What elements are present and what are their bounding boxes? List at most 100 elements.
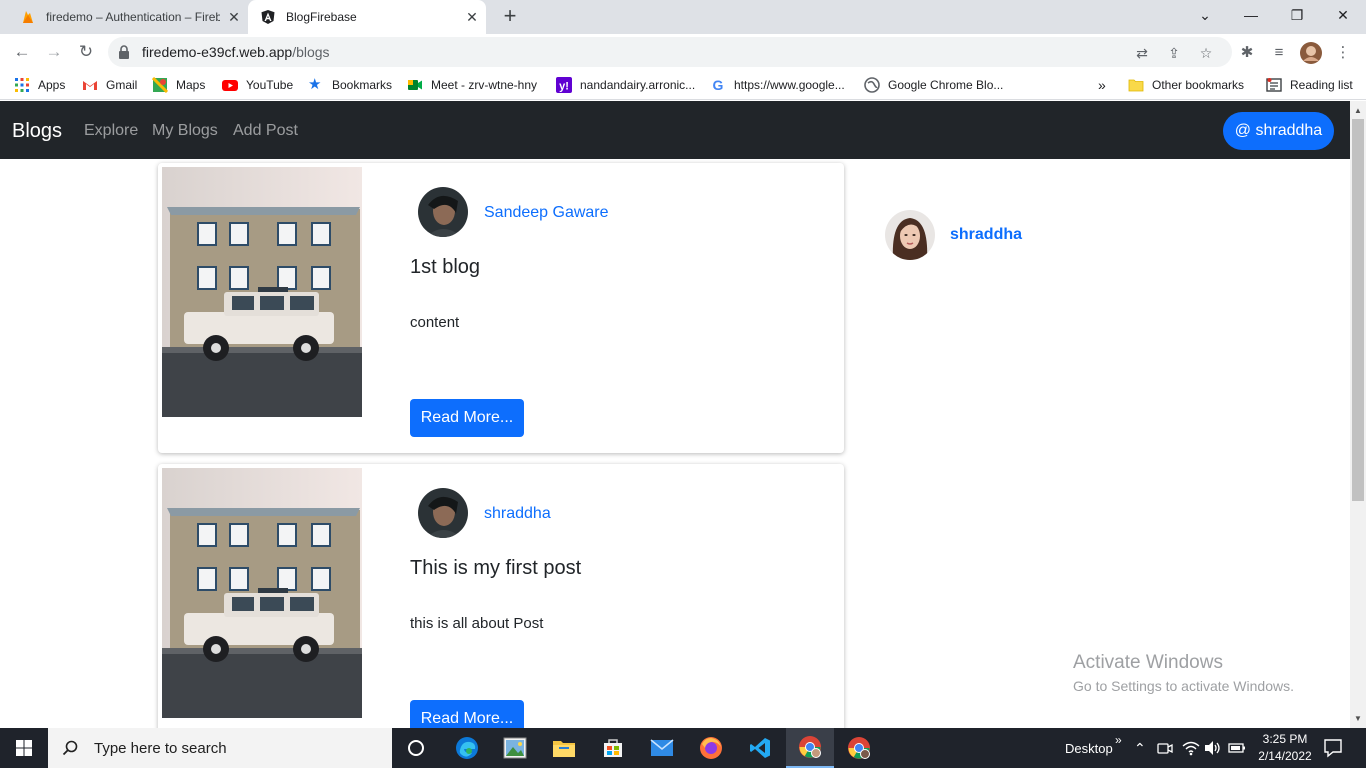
notifications-icon[interactable] [1322,737,1344,759]
start-button[interactable] [0,728,48,768]
volume-icon[interactable] [1204,728,1222,768]
profile-avatar[interactable] [1300,42,1322,64]
apps-grid-icon [15,78,29,92]
chrome-icon-active[interactable] [786,728,834,768]
post-card: Sandeep Gaware 1st blog content Read Mor… [158,163,844,453]
close-window-button[interactable]: ✕ [1320,0,1366,30]
media-control-icon[interactable]: ≡ [1268,42,1290,64]
tab-firedemo-authentication[interactable]: firedemo – Authentication – Fireb ✕ [8,0,248,34]
task-view-icon[interactable] [392,728,440,768]
browser-menu-icon[interactable]: ⋮ [1332,42,1354,64]
extensions-icon[interactable]: ✱ [1236,42,1258,64]
photos-app-icon[interactable] [491,728,539,768]
bookmark-meet[interactable]: Meet - zrv-wtne-hny [407,76,537,94]
post-image [162,468,362,718]
bookmark-maps[interactable]: Maps [152,76,205,94]
chrome-icon[interactable] [835,728,883,768]
meet-icon [408,80,422,90]
edge-browser-icon[interactable] [443,728,491,768]
minimize-button[interactable]: — [1228,0,1274,30]
microsoft-store-icon[interactable] [589,728,637,768]
meet-now-icon[interactable] [1157,728,1173,768]
browser-tab-strip: firedemo – Authentication – Fireb ✕ Blog… [0,0,1366,34]
youtube-icon [222,80,238,91]
url-text: firedemo-e39cf.web.app/blogs [142,44,330,60]
folder-icon [1128,79,1144,92]
close-tab-icon[interactable]: ✕ [458,9,486,26]
brand-link[interactable]: Blogs [12,120,62,143]
author-avatar [418,187,468,237]
post-body: this is all about Post [410,615,544,632]
star-icon: ★ [308,76,322,93]
bookmark-gmail[interactable]: Gmail [82,76,137,94]
yahoo-icon: y! [556,77,572,93]
sidebar-user[interactable]: shraddha [885,210,1022,260]
search-icon [62,740,78,756]
windows-taskbar: Type here to search Desktop » ⌃ 3:25 PM … [0,728,1366,768]
nav-my-blogs[interactable]: My Blogs [152,122,218,140]
angular-icon [261,10,275,24]
main-content: Sandeep Gaware 1st blog content Read Mor… [0,159,1350,728]
taskbar-search[interactable]: Type here to search [48,728,392,768]
bookmark-youtube[interactable]: YouTube [222,76,293,94]
scroll-down-arrow-icon[interactable]: ▼ [1350,711,1366,727]
bookmark-other-bookmarks[interactable]: Other bookmarks [1128,76,1244,94]
post-card: shraddha This is my first post this is a… [158,464,844,728]
app-navbar: Blogs Explore My Blogs Add Post @ shradd… [0,101,1350,159]
restore-button[interactable]: ❐ [1274,0,1320,30]
bookmark-chrome-blog[interactable]: Google Chrome Blo... [864,76,1003,94]
firebase-icon [23,11,33,23]
user-avatar [885,210,935,260]
sidebar-username[interactable]: shraddha [950,226,1022,244]
desktop-toolbar-label[interactable]: Desktop [1065,728,1113,768]
activate-windows-watermark: Activate Windows Go to Settings to activ… [1073,652,1294,694]
bookmark-star-icon[interactable]: ☆ [1196,43,1216,63]
post-body: content [410,314,460,331]
post-author-link[interactable]: Sandeep Gaware [484,204,609,222]
forward-button[interactable]: → [42,40,66,64]
scroll-up-arrow-icon[interactable]: ▲ [1350,103,1366,119]
bookmark-google-search[interactable]: Ghttps://www.google... [710,76,845,94]
back-button[interactable]: ← [10,40,34,64]
page-scrollbar[interactable]: ▲ ▼ [1350,101,1366,728]
post-title: 1st blog [410,256,481,278]
vscode-icon[interactable] [736,728,784,768]
lock-icon [119,45,129,59]
reading-list-button[interactable]: Reading list [1266,76,1353,94]
post-author-link[interactable]: shraddha [484,505,551,523]
system-clock[interactable]: 3:25 PM 2/14/2022 [1252,731,1318,765]
show-hidden-icons-icon[interactable]: ⌃ [1134,728,1146,768]
chevron-down-icon[interactable]: ⌄ [1182,0,1228,30]
firefox-icon[interactable] [687,728,735,768]
mail-app-icon[interactable] [638,728,686,768]
tab-blogfirebase[interactable]: BlogFirebase ✕ [248,0,486,34]
desktop-toolbar-overflow[interactable]: » [1115,720,1122,760]
svg-text:G: G [713,77,724,93]
google-icon: G [713,77,724,93]
nav-add-post[interactable]: Add Post [233,122,298,140]
post-image [162,167,362,417]
close-tab-icon[interactable]: ✕ [220,9,248,26]
file-explorer-icon[interactable] [540,728,588,768]
nav-explore[interactable]: Explore [84,122,138,140]
scrollbar-thumb[interactable] [1352,119,1364,501]
bookmark-bookmarks[interactable]: ★ Bookmarks [308,76,392,94]
user-account-button[interactable]: @ shraddha [1223,112,1334,150]
svg-text:y!: y! [559,81,569,93]
bookmarks-overflow-button[interactable]: » [1098,76,1106,94]
read-more-button[interactable]: Read More... [410,700,524,728]
address-bar[interactable]: firedemo-e39cf.web.app/blogs ⇄ ⇪ ☆ [108,37,1232,67]
browser-toolbar: ← → ↻ firedemo-e39cf.web.app/blogs ⇄ ⇪ ☆… [0,34,1366,70]
read-more-button[interactable]: Read More... [410,399,524,437]
bookmark-nandandairy[interactable]: y! nandandairy.arronic... [556,76,695,94]
maps-icon [152,77,168,93]
reading-list-icon [1266,78,1282,92]
bookmark-apps[interactable]: Apps [14,76,65,94]
battery-icon[interactable] [1228,728,1246,768]
windows-logo-icon [16,740,32,756]
wifi-icon[interactable] [1182,728,1200,768]
translate-icon[interactable]: ⇄ [1132,43,1152,63]
new-tab-button[interactable]: + [498,5,522,29]
reload-button[interactable]: ↻ [74,40,98,64]
share-icon[interactable]: ⇪ [1164,43,1184,63]
